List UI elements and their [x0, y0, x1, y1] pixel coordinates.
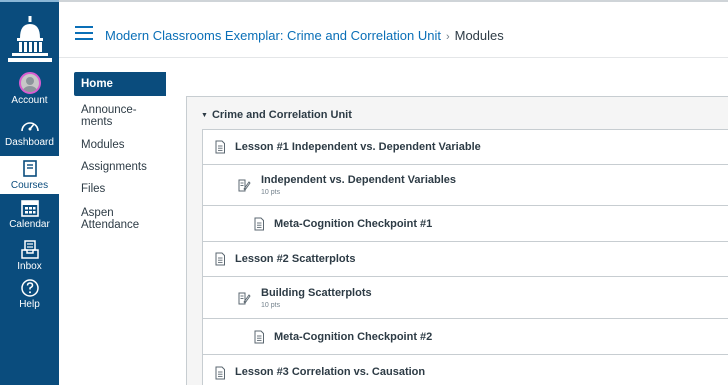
module-item-title[interactable]: Lesson #1 Independent vs. Dependent Vari…: [235, 141, 481, 153]
module-item-title[interactable]: Independent vs. Dependent Variables: [261, 174, 456, 186]
module-items: Lesson #1 Independent vs. Dependent Vari…: [202, 129, 728, 385]
assignment-icon: [238, 292, 251, 304]
global-nav-label: Inbox: [17, 261, 42, 272]
page-icon: [215, 366, 225, 379]
module-item[interactable]: Lesson #3 Correlation vs. Causation: [203, 355, 728, 385]
course-nav-files[interactable]: Files: [74, 179, 166, 199]
module-item-title[interactable]: Meta-Cognition Checkpoint #2: [274, 331, 432, 343]
inbox-icon: [20, 240, 39, 259]
course-nav-home[interactable]: Home: [74, 72, 166, 96]
breadcrumb: Modern Classrooms Exemplar: Crime and Co…: [105, 28, 504, 43]
page-icon: [254, 330, 264, 343]
global-nav-account[interactable]: Account: [0, 72, 59, 110]
course-nav-announcements[interactable]: Announce- ments: [74, 100, 166, 132]
breadcrumb-separator-icon: ›: [445, 31, 450, 43]
account-avatar: [18, 72, 41, 94]
page-header: Modern Classrooms Exemplar: Crime and Co…: [59, 0, 728, 58]
page-icon: [215, 252, 225, 266]
collapse-triangle-icon[interactable]: ▼: [201, 112, 208, 119]
page-icon: [254, 217, 264, 230]
module-item-title[interactable]: Lesson #3 Correlation vs. Causation: [235, 366, 425, 378]
global-nav-label: Account: [11, 95, 48, 106]
global-nav: Account Dashboard Courses Calendar Inbox…: [0, 0, 59, 385]
module-title: Crime and Correlation Unit: [211, 109, 352, 121]
course-nav: Home Announce- ments Modules Assignments…: [74, 72, 166, 235]
course-nav-aspen-attendance[interactable]: Aspen Attendance: [74, 203, 166, 235]
global-nav-label: Courses: [10, 180, 49, 191]
module-item[interactable]: Meta-Cognition Checkpoint #2: [203, 319, 728, 355]
module-item-title[interactable]: Lesson #2 Scatterplots: [235, 253, 355, 265]
module-item-points: 10 pts: [261, 302, 281, 309]
book-icon: [22, 160, 37, 177]
module-item[interactable]: Independent vs. Dependent Variables 10 p…: [203, 165, 728, 206]
capitol-dome-logo[interactable]: [8, 16, 52, 64]
breadcrumb-current: Modules: [454, 28, 504, 43]
assignment-icon: [238, 179, 251, 192]
page-icon: [215, 140, 225, 154]
global-nav-courses[interactable]: Courses: [0, 156, 59, 194]
help-icon: [20, 279, 39, 297]
module-item[interactable]: Lesson #2 Scatterplots: [203, 242, 728, 277]
course-nav-modules[interactable]: Modules: [74, 135, 166, 155]
course-nav-assignments[interactable]: Assignments: [74, 157, 166, 177]
global-nav-dashboard[interactable]: Dashboard: [0, 116, 59, 152]
module-header[interactable]: ▼ Crime and Correlation Unit: [187, 97, 728, 129]
hamburger-menu-icon[interactable]: [75, 26, 93, 40]
module-item-title[interactable]: Building Scatterplots: [261, 287, 372, 299]
global-nav-calendar[interactable]: Calendar: [0, 198, 59, 234]
global-nav-label: Help: [19, 299, 40, 310]
module-item[interactable]: Meta-Cognition Checkpoint #1: [203, 206, 728, 242]
breadcrumb-course-link[interactable]: Modern Classrooms Exemplar: Crime and Co…: [105, 28, 441, 43]
dashboard-icon: [20, 122, 39, 132]
module-item-points: 10 pts: [261, 189, 281, 196]
global-nav-inbox[interactable]: Inbox: [0, 240, 59, 276]
global-nav-help[interactable]: Help: [0, 278, 59, 314]
calendar-icon: [20, 200, 39, 217]
global-nav-label: Calendar: [9, 219, 50, 230]
modules-content: ▼ Crime and Correlation Unit Lesson #1 In…: [186, 96, 728, 385]
global-nav-label: Dashboard: [5, 137, 54, 148]
module-item[interactable]: Lesson #1 Independent vs. Dependent Vari…: [203, 130, 728, 165]
module-item-title[interactable]: Meta-Cognition Checkpoint #1: [274, 218, 432, 230]
module-item[interactable]: Building Scatterplots 10 pts: [203, 277, 728, 319]
